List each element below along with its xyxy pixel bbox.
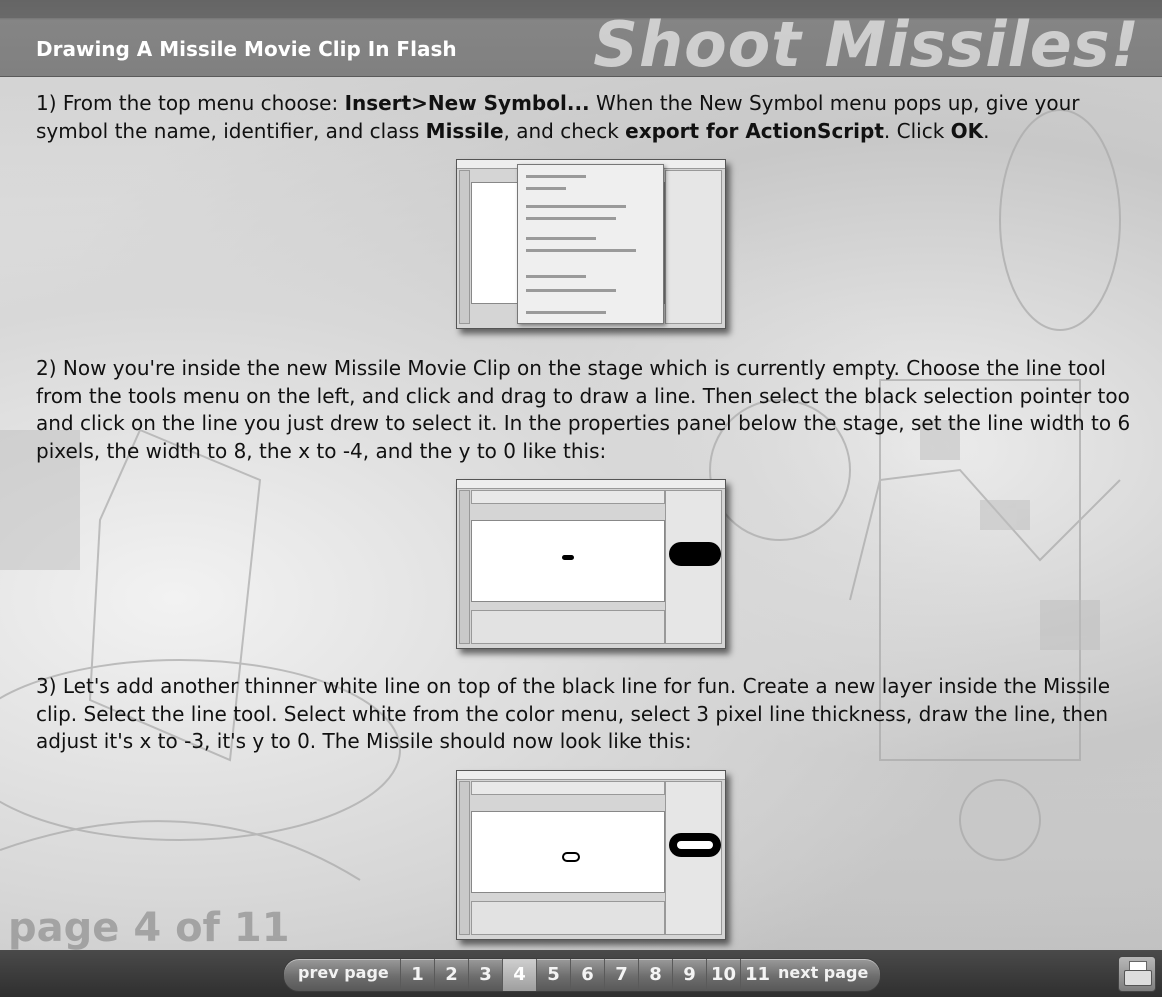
stage-area [471, 810, 665, 893]
next-page-button[interactable]: next page [778, 963, 868, 982]
step-1-segment: Insert>New Symbol... [344, 91, 590, 115]
step-1-segment: . Click [883, 118, 951, 143]
tools-panel [459, 170, 470, 324]
page-link-4[interactable]: 4 [502, 959, 536, 991]
logo: Shoot Missiles! [593, 8, 1140, 81]
page-link-10[interactable]: 10 [706, 959, 740, 991]
timeline-panel [471, 490, 665, 504]
page-navigation: prev page 1 2 3 4 5 6 7 8 9 10 11 next page [283, 958, 881, 992]
menu-bar [457, 770, 725, 780]
screenshot-black-line-stage [456, 479, 726, 649]
step-1-text: 1) From the top menu choose: Insert>New … [36, 90, 1146, 145]
page-link-5[interactable]: 5 [536, 959, 570, 991]
page-link-9[interactable]: 9 [672, 959, 706, 991]
page-link-2[interactable]: 2 [434, 959, 468, 991]
page-indicator: page 4 of 11 [8, 905, 290, 951]
page-link-7[interactable]: 7 [604, 959, 638, 991]
page-link-6[interactable]: 6 [570, 959, 604, 991]
step-2-text: 2) Now you're inside the new Missile Mov… [36, 355, 1146, 465]
library-panel [665, 490, 722, 644]
timeline-panel [471, 780, 665, 795]
step-2-segment: 2) Now you're inside the new Missile Mov… [36, 356, 1131, 463]
step-1-segment: . [983, 118, 990, 143]
page-link-3[interactable]: 3 [468, 959, 502, 991]
footer-nav-bar: prev page 1 2 3 4 5 6 7 8 9 10 11 next page [0, 950, 1162, 997]
step-1-segment: 1) From the top menu choose: [36, 91, 345, 115]
page-number-list: 1 2 3 4 5 6 7 8 9 10 11 [400, 959, 774, 991]
step-1-segment: , and check [503, 118, 626, 143]
new-symbol-dialog [517, 164, 664, 324]
missile-preview [669, 832, 721, 857]
missile-black-line [562, 555, 574, 560]
screenshot-white-line-stage [456, 769, 726, 940]
library-panel [665, 780, 722, 935]
menu-bar [457, 480, 725, 489]
library-panel [665, 170, 722, 324]
screenshot-new-symbol-dialog [456, 159, 726, 329]
tools-panel [459, 780, 470, 935]
header-bar: Drawing A Missile Movie Clip In Flash Sh… [0, 0, 1162, 81]
printer-icon[interactable] [1118, 956, 1156, 992]
properties-panel [471, 900, 665, 935]
missile-preview [669, 542, 721, 566]
stage-area [471, 520, 665, 602]
step-1-segment: export for ActionScript [625, 118, 884, 143]
page-title: Drawing A Missile Movie Clip In Flash [36, 37, 457, 61]
page-link-11[interactable]: 11 [740, 959, 774, 991]
tutorial-content: 1) From the top menu choose: Insert>New … [36, 90, 1146, 940]
step-3-text: 3) Let's add another thinner white line … [36, 673, 1146, 756]
missile-white-line [562, 851, 580, 862]
page-link-1[interactable]: 1 [400, 959, 434, 991]
tools-panel [459, 490, 470, 644]
prev-page-button[interactable]: prev page [298, 963, 389, 982]
step-1-segment: Missile [425, 118, 504, 143]
step-1-segment: OK [950, 118, 984, 143]
page-link-8[interactable]: 8 [638, 959, 672, 991]
step-3-segment: 3) Let's add another thinner white line … [36, 674, 1111, 753]
properties-panel [471, 610, 665, 644]
